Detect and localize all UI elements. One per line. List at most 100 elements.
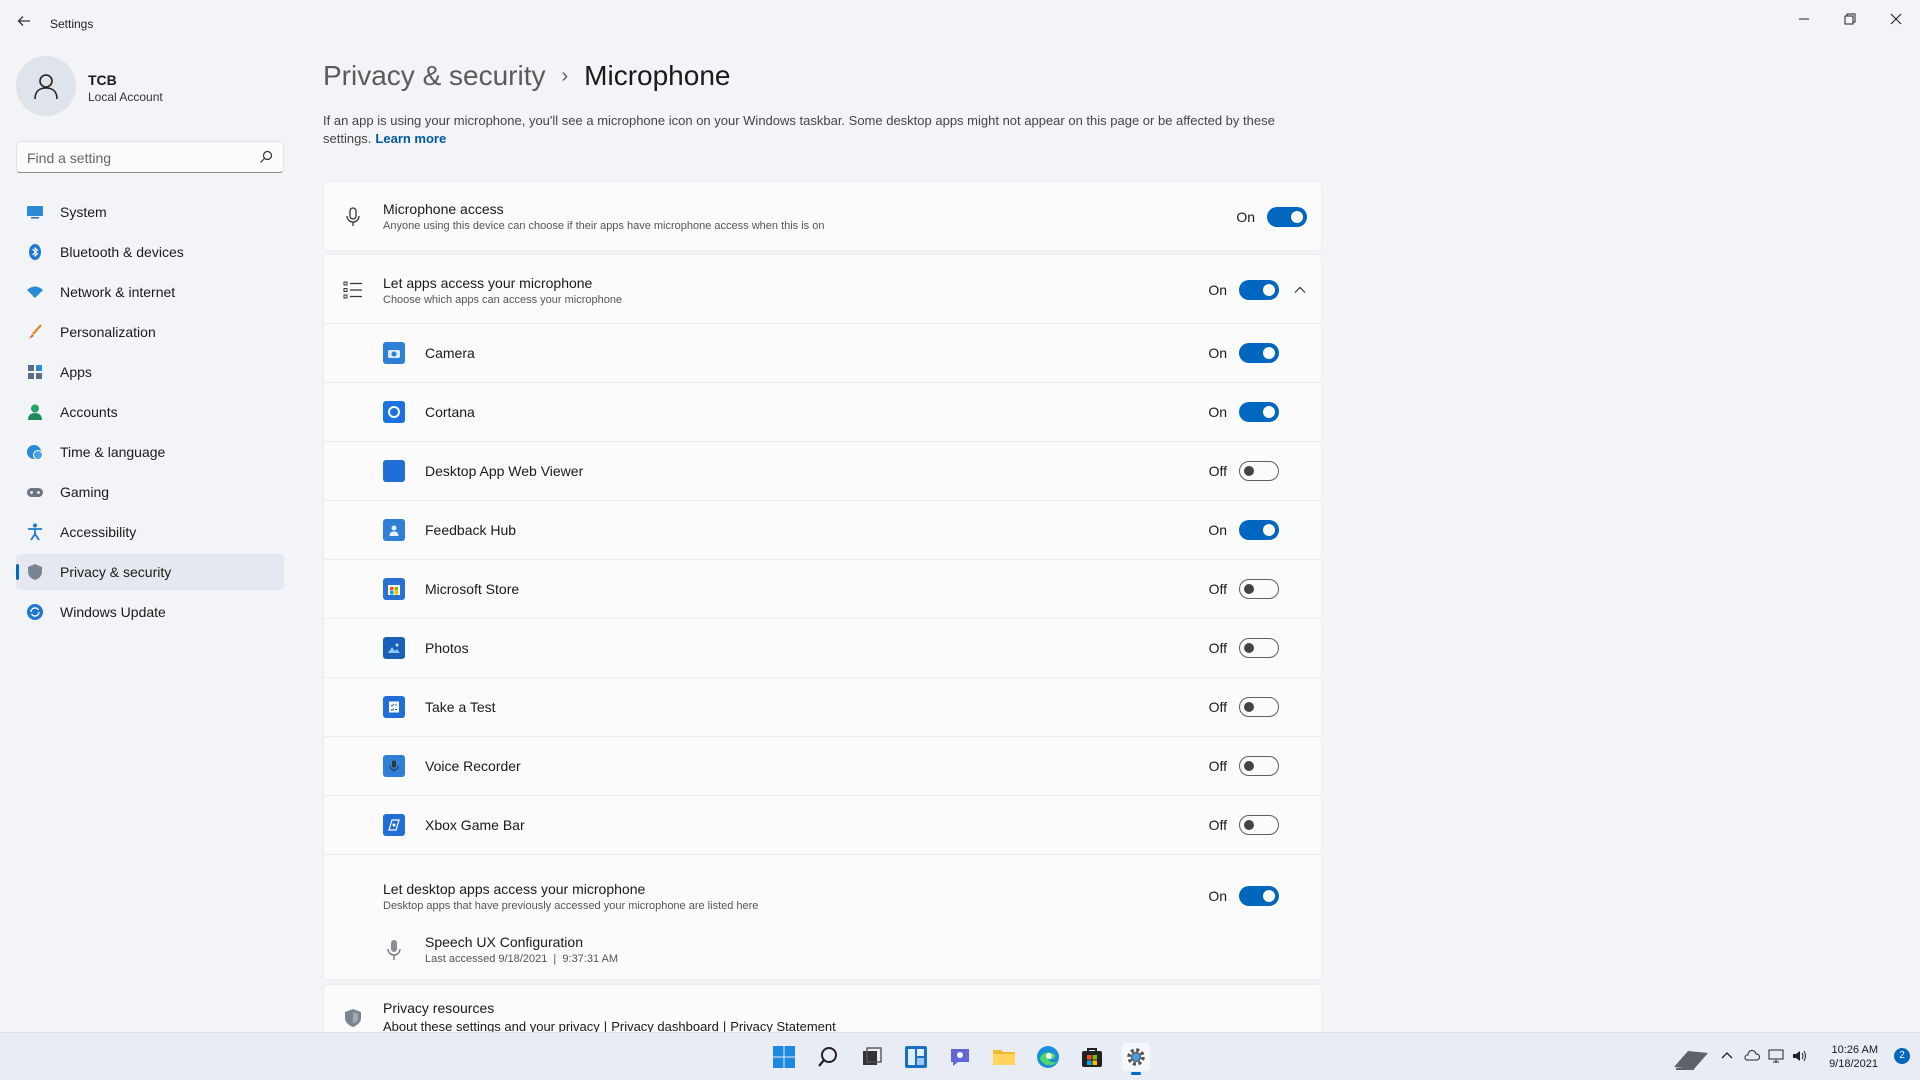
breadcrumb-parent-link[interactable]: Privacy & security xyxy=(323,60,546,92)
app-row-camera: Camera On xyxy=(324,324,1321,383)
sidebar-item-label: Bluetooth & devices xyxy=(60,244,184,260)
take-a-test-icon xyxy=(383,696,405,718)
desktop-apps-toggle[interactable] xyxy=(1239,886,1279,906)
feedback-hub-icon xyxy=(383,519,405,541)
accessibility-icon xyxy=(26,523,44,541)
sidebar-item-label: Windows Update xyxy=(60,604,166,620)
microphone-access-title: Microphone access xyxy=(383,201,504,217)
start-icon[interactable] xyxy=(770,1043,798,1071)
sidebar-item-label: System xyxy=(60,204,107,220)
app-state: Off xyxy=(1208,463,1227,479)
app-name: Microsoft Store xyxy=(425,581,520,597)
restore-button[interactable] xyxy=(1830,6,1870,36)
system-icon xyxy=(26,203,44,221)
search-input[interactable] xyxy=(27,149,247,167)
sidebar-item-gaming[interactable]: Gaming xyxy=(16,474,284,510)
web-viewer-icon xyxy=(383,460,405,482)
task-view-icon[interactable] xyxy=(858,1043,886,1071)
app-state: Off xyxy=(1208,581,1227,597)
app-state: On xyxy=(1208,345,1227,361)
app-toggle-camera[interactable] xyxy=(1239,343,1279,363)
shield-icon xyxy=(342,1007,364,1029)
taskbar-search-icon[interactable] xyxy=(814,1043,842,1071)
sidebar-item-personalization[interactable]: Personalization xyxy=(16,314,284,350)
app-toggle-cortana[interactable] xyxy=(1239,402,1279,422)
microphone-icon xyxy=(383,939,405,961)
sidebar-item-privacy-security[interactable]: Privacy & security xyxy=(16,554,284,590)
sidebar-item-apps[interactable]: Apps xyxy=(16,354,284,390)
let-apps-access-state: On xyxy=(1208,282,1227,298)
microphone-access-toggle[interactable] xyxy=(1267,207,1307,227)
sidebar-item-accessibility[interactable]: Accessibility xyxy=(16,514,284,550)
app-name: Desktop App Web Viewer xyxy=(425,463,584,479)
minimize-button[interactable] xyxy=(1784,6,1824,36)
gamepad-icon xyxy=(26,483,44,501)
desktop-apps-title: Let desktop apps access your microphone xyxy=(383,881,646,897)
app-state: Off xyxy=(1208,817,1227,833)
chevron-up-icon[interactable] xyxy=(1292,282,1308,298)
sidebar-item-time-language[interactable]: Time & language xyxy=(16,434,284,470)
back-button[interactable] xyxy=(14,14,34,34)
app-row-photos: Photos Off xyxy=(324,619,1321,678)
app-row-cortana: Cortana On xyxy=(324,383,1321,442)
learn-more-link[interactable]: Learn more xyxy=(375,131,446,146)
app-toggle-microsoft-store[interactable] xyxy=(1239,579,1279,599)
widgets-icon[interactable] xyxy=(902,1043,930,1071)
list-icon xyxy=(342,279,364,301)
search-box[interactable] xyxy=(16,141,284,173)
chat-icon[interactable] xyxy=(946,1043,974,1071)
privacy-resources-title: Privacy resources xyxy=(383,1000,495,1016)
app-name: Take a Test xyxy=(425,699,496,715)
notification-badge[interactable]: 2 xyxy=(1894,1048,1910,1064)
app-name: Xbox Game Bar xyxy=(425,817,525,833)
chevron-up-icon[interactable] xyxy=(1720,1049,1736,1065)
app-state: On xyxy=(1208,404,1227,420)
network-icon[interactable] xyxy=(1768,1049,1784,1065)
app-toggle-voice-recorder[interactable] xyxy=(1239,756,1279,776)
cortana-icon xyxy=(383,401,405,423)
search-icon[interactable] xyxy=(259,150,273,164)
microphone-access-description: Anyone using this device can choose if t… xyxy=(383,220,825,232)
app-toggle-desktop-app-web-viewer[interactable] xyxy=(1239,461,1279,481)
sidebar-item-bluetooth[interactable]: Bluetooth & devices xyxy=(16,234,284,270)
app-row-microsoft-store: Microsoft Store Off xyxy=(324,560,1321,619)
app-toggle-feedback-hub[interactable] xyxy=(1239,520,1279,540)
close-icon xyxy=(1890,13,1902,25)
onedrive-icon[interactable] xyxy=(1744,1049,1761,1065)
desktop-app-name: Speech UX Configuration xyxy=(425,934,583,950)
microphone-access-card: Microphone access Anyone using this devi… xyxy=(323,181,1322,251)
sidebar-item-network[interactable]: Network & internet xyxy=(16,274,284,310)
sidebar-item-system[interactable]: System xyxy=(16,194,284,230)
app-toggle-photos[interactable] xyxy=(1239,638,1279,658)
settings-icon[interactable] xyxy=(1122,1043,1150,1075)
app-name: Feedback Hub xyxy=(425,522,517,538)
store-icon xyxy=(383,578,405,600)
title-bar: Settings xyxy=(0,0,1920,48)
file-explorer-icon[interactable] xyxy=(990,1043,1018,1071)
restore-icon xyxy=(1844,13,1856,25)
edge-icon[interactable] xyxy=(1034,1043,1062,1071)
let-apps-access-toggle[interactable] xyxy=(1239,280,1279,300)
sidebar-item-label: Network & internet xyxy=(60,284,176,300)
sidebar-item-accounts[interactable]: Accounts xyxy=(16,394,284,430)
wifi-icon xyxy=(26,283,44,301)
person-icon xyxy=(26,403,44,421)
store-icon[interactable] xyxy=(1078,1043,1106,1071)
user-profile[interactable]: TCB Local Account xyxy=(16,56,286,120)
app-toggle-take-a-test[interactable] xyxy=(1239,697,1279,717)
microphone-access-row: Microphone access Anyone using this devi… xyxy=(324,182,1321,252)
app-state: On xyxy=(1208,522,1227,538)
app-toggle-xbox-game-bar[interactable] xyxy=(1239,815,1279,835)
close-button[interactable] xyxy=(1876,6,1916,36)
sidebar-item-windows-update[interactable]: Windows Update xyxy=(16,594,284,630)
sidebar-item-label: Accessibility xyxy=(60,524,137,540)
volume-icon[interactable] xyxy=(1792,1049,1808,1065)
photos-icon xyxy=(383,637,405,659)
globe-clock-icon xyxy=(26,443,44,461)
desktop-app-last-accessed: Last accessed 9/18/2021 | 9:37:31 AM xyxy=(425,953,619,965)
app-row-feedback-hub: Feedback Hub On xyxy=(324,501,1321,560)
system-clock[interactable]: 10:26 AM 9/18/2021 xyxy=(1829,1043,1878,1071)
intro-text: If an app is using your microphone, you'… xyxy=(323,113,1275,146)
app-row-xbox-game-bar: Xbox Game Bar Off xyxy=(324,796,1321,855)
app-permissions-card: Let apps access your microphone Choose w… xyxy=(323,254,1322,980)
